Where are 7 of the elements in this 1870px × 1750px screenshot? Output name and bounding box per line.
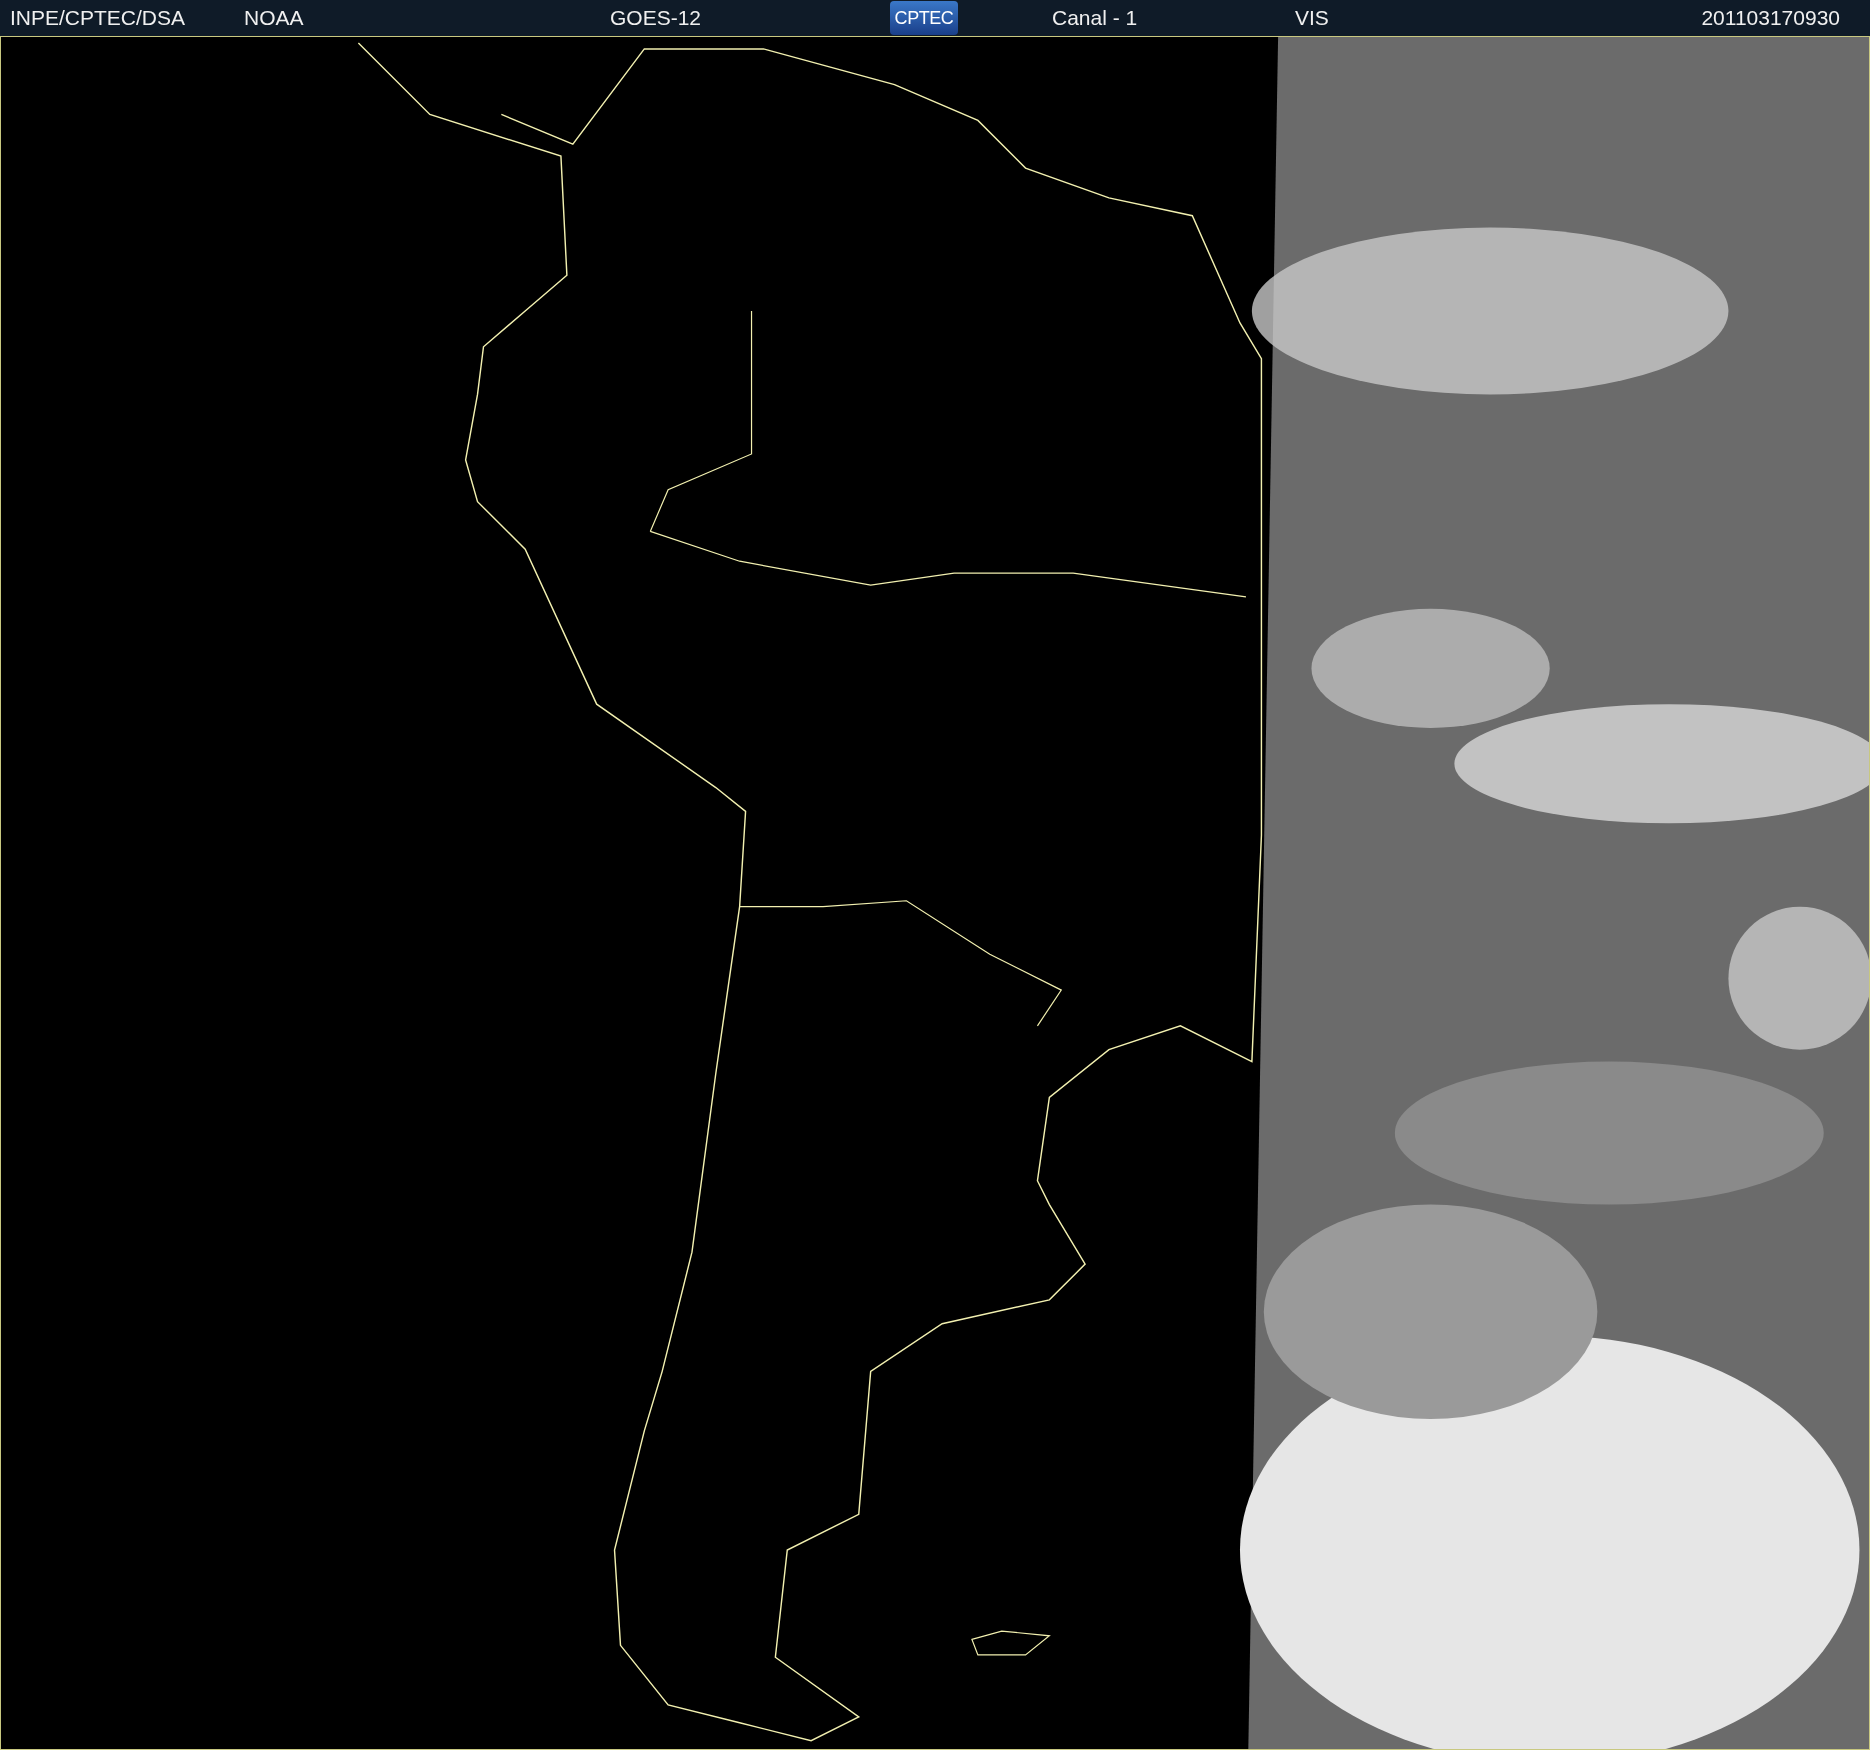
source-label: NOAA: [244, 5, 305, 32]
agency-label: INPE/CPTEC/DSA: [10, 5, 187, 32]
logo: CPTEC: [890, 1, 958, 35]
band-label: VIS: [1295, 5, 1330, 32]
satellite-label: GOES-12: [610, 5, 703, 32]
timestamp-label: 201103170930: [1701, 5, 1840, 32]
channel-label: Canal - 1: [1052, 5, 1139, 32]
